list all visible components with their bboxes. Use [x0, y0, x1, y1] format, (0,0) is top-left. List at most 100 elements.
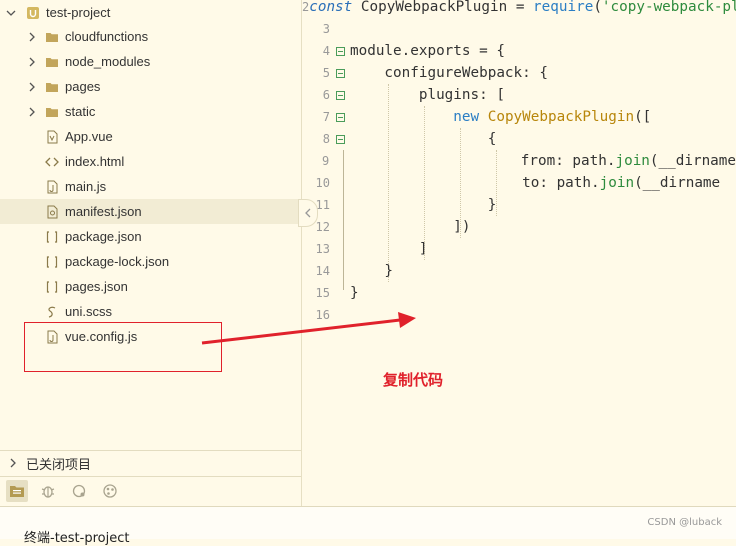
code-text: ]): [350, 219, 471, 235]
fold-toggle-icon[interactable]: [330, 112, 350, 122]
tree-item-label: pages.json: [65, 279, 128, 294]
tree-item-label: App.vue: [65, 129, 113, 144]
code-line[interactable]: 11 }: [302, 194, 736, 216]
sidebar-toolbar: [0, 476, 301, 505]
tree-folder[interactable]: node_modules: [0, 49, 301, 74]
tree-item-label: package.json: [65, 229, 142, 244]
manifest-file-icon: [45, 205, 59, 219]
code-text: }: [350, 263, 394, 279]
tree-file[interactable]: pages.json: [0, 274, 301, 299]
code-text: module.exports = {: [350, 43, 505, 59]
tree-file[interactable]: manifest.json: [0, 199, 301, 224]
chevron-right-icon[interactable]: [25, 80, 39, 94]
watermark: CSDN @luback: [647, 517, 722, 528]
debug-icon[interactable]: [37, 480, 59, 502]
json-file-icon: [45, 230, 59, 244]
chevron-right-icon[interactable]: [25, 105, 39, 119]
fold-toggle-icon[interactable]: [330, 134, 350, 144]
code-editor[interactable]: 2 const CopyWebpackPlugin = require('copy…: [302, 0, 736, 506]
line-number: 9: [321, 154, 330, 168]
tree-item-label: static: [65, 104, 96, 119]
file-explorer-icon[interactable]: [6, 480, 28, 502]
tree-item-label: uni.scss: [65, 304, 112, 319]
tree-file[interactable]: main.js: [0, 174, 301, 199]
code-line[interactable]: 8 {: [302, 128, 736, 150]
tree-item-label: node_modules: [65, 54, 151, 69]
terminal-tab[interactable]: 终端-test-project: [24, 527, 129, 546]
tree-file[interactable]: App.vue: [0, 124, 301, 149]
code-text: }: [350, 197, 497, 213]
folder-icon: [45, 30, 59, 44]
line-number: 10: [315, 176, 330, 190]
tree-folder[interactable]: pages: [0, 74, 301, 99]
bottom-panel: 终端-test-project CSDN @luback: [0, 506, 736, 546]
code-line[interactable]: 3: [302, 18, 736, 40]
tree-item-label: main.js: [65, 179, 107, 194]
line-number: 4: [322, 44, 330, 58]
chevron-down-icon[interactable]: [4, 6, 18, 20]
code-line[interactable]: 12 ]): [302, 216, 736, 238]
annotation-text: 复制代码: [383, 371, 444, 389]
fold-toggle-icon[interactable]: [330, 68, 350, 78]
source-control-icon[interactable]: [68, 480, 90, 502]
code-line[interactable]: 9 from: path.join(__dirname: [302, 150, 736, 172]
tree-item-label: package-lock.json: [65, 254, 170, 269]
tree-item-label: pages: [65, 79, 101, 94]
tree-folder[interactable]: cloudfunctions: [0, 24, 301, 49]
project-name: test-project: [46, 5, 111, 20]
code-line[interactable]: 7 new CopyWebpackPlugin([: [302, 106, 736, 128]
tree-file[interactable]: package.json: [0, 224, 301, 249]
line-number: 14: [315, 264, 330, 278]
code-text: }: [350, 285, 359, 301]
code-line[interactable]: 5 configureWebpack: {: [302, 62, 736, 84]
line-number: 8: [322, 132, 330, 146]
fold-toggle-icon[interactable]: [330, 90, 350, 100]
line-number: 13: [315, 242, 330, 256]
js-file-icon: [45, 330, 59, 344]
code-line[interactable]: 4 module.exports = {: [302, 40, 736, 62]
line-number: 16: [315, 308, 330, 322]
tree-file[interactable]: uni.scss: [0, 299, 301, 324]
tree-item-label: cloudfunctions: [65, 29, 149, 44]
folder-icon: [45, 105, 59, 119]
tree-file[interactable]: package-lock.json: [0, 249, 301, 274]
line-number: 3: [322, 22, 330, 36]
code-text: to: path.join(__dirname: [350, 175, 721, 191]
line-number: 5: [322, 66, 330, 80]
tree-item-label: index.html: [65, 154, 125, 169]
code-line[interactable]: 16: [302, 304, 736, 326]
collapse-sidebar-button[interactable]: [298, 199, 318, 227]
code-line[interactable]: 15}: [302, 282, 736, 304]
json-file-icon: [45, 255, 59, 269]
line-number: 2: [302, 0, 310, 14]
chevron-right-icon[interactable]: [6, 456, 20, 470]
project-root[interactable]: test-project: [0, 0, 301, 25]
tree-file[interactable]: vue.config.js: [0, 324, 301, 349]
json-file-icon: [45, 280, 59, 294]
code-text: configureWebpack: {: [350, 65, 548, 81]
chevron-right-icon[interactable]: [25, 30, 39, 44]
closed-projects-section[interactable]: 已关闭项目: [0, 450, 301, 475]
scss-file-icon: [45, 305, 59, 319]
js-file-icon: [45, 180, 59, 194]
plugins-icon[interactable]: [99, 480, 121, 502]
code-line[interactable]: 10 to: path.join(__dirname: [302, 172, 736, 194]
project-explorer: test-project cloudfunctions node_modulesp…: [0, 0, 302, 506]
tree-file[interactable]: index.html: [0, 149, 301, 174]
code-text: from: path.join(__dirname: [348, 153, 736, 169]
fold-toggle-icon[interactable]: [330, 46, 350, 56]
code-line[interactable]: 13 ]: [302, 238, 736, 260]
code-line[interactable]: 6 plugins: [: [302, 84, 736, 106]
tree-item-label: manifest.json: [65, 204, 142, 219]
tree-item-label: vue.config.js: [65, 329, 138, 344]
code-line[interactable]: 2 const CopyWebpackPlugin = require('copy…: [302, 0, 736, 18]
code-text: plugins: [: [350, 87, 505, 103]
code-line[interactable]: 14 }: [302, 260, 736, 282]
chevron-right-icon[interactable]: [25, 55, 39, 69]
tree-folder[interactable]: static: [0, 99, 301, 124]
